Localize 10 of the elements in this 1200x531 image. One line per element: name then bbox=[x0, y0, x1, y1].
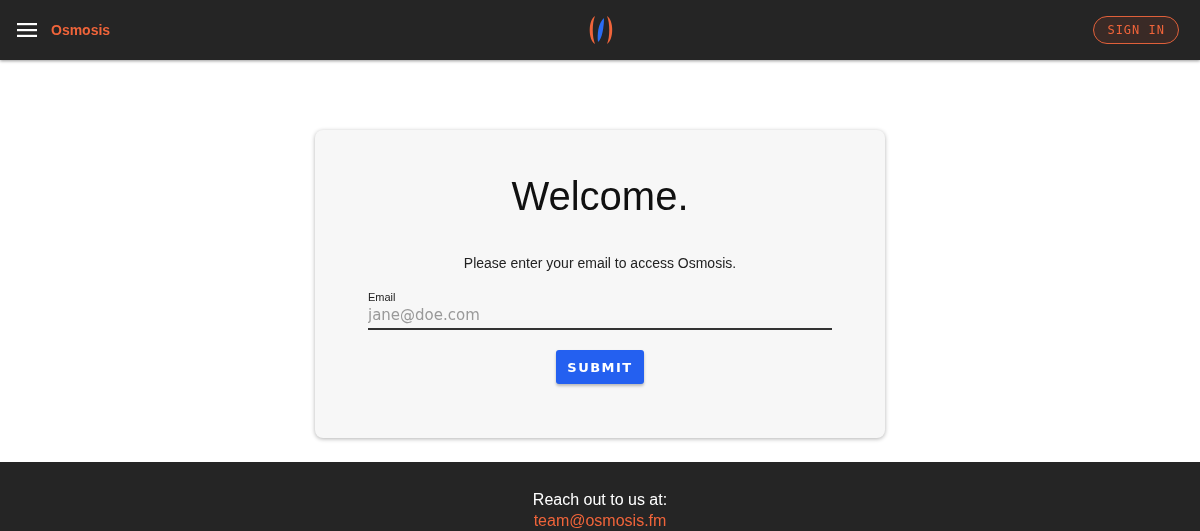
email-field[interactable]: jane@doe.com bbox=[368, 303, 832, 330]
instruction-text: Please enter your email to access Osmosis. bbox=[463, 255, 737, 271]
brand-name[interactable]: Osmosis bbox=[51, 22, 111, 38]
email-link[interactable]: team@osmosis.fm bbox=[533, 512, 667, 530]
submit-button[interactable]: SUBMIT bbox=[556, 350, 644, 384]
contact-text: Reach out to us at: bbox=[532, 491, 668, 509]
menu-icon[interactable] bbox=[17, 23, 37, 37]
welcome-title: Welcome. bbox=[511, 174, 689, 219]
sign-in-button[interactable]: SIGN IN bbox=[1093, 16, 1179, 44]
email-label: Email bbox=[368, 291, 397, 303]
